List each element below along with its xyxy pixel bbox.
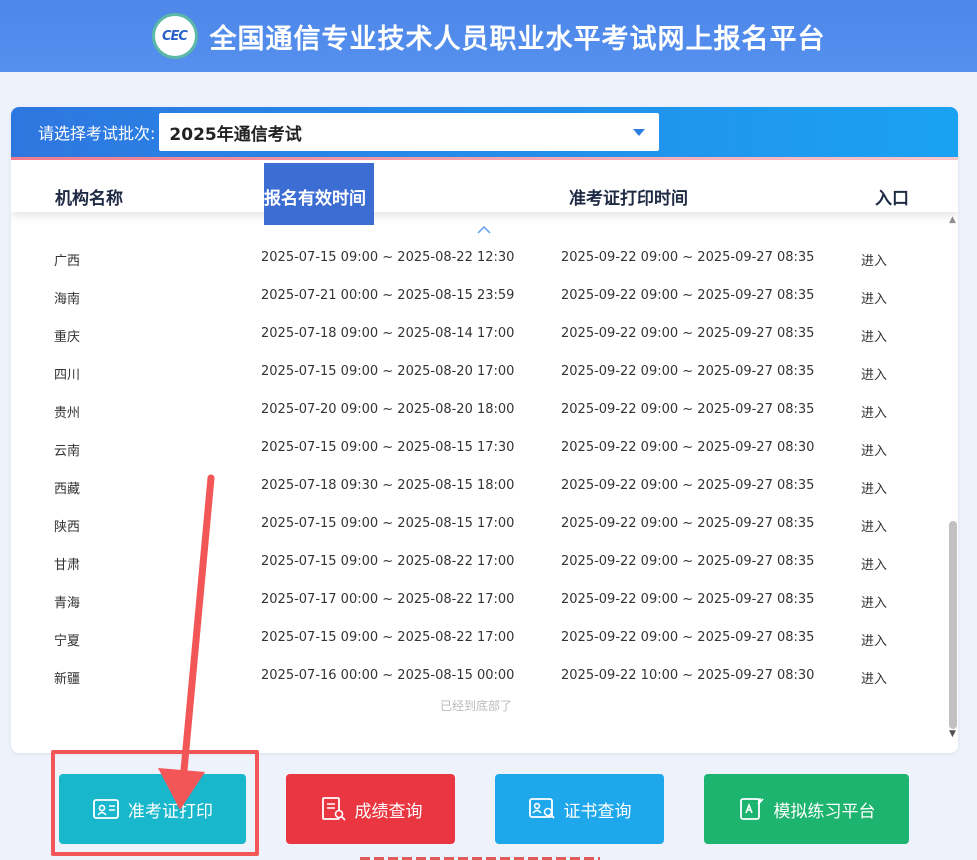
certificate-query-label: 证书查询 (563, 801, 632, 822)
column-header-org: 机构名称 (55, 189, 123, 209)
admit-print-time-cell: 2025-09-22 09:00 ~ 2025-09-27 08:35 (561, 364, 815, 379)
org-name-cell: 青海 (54, 596, 81, 611)
enter-link[interactable]: 进入 (861, 516, 887, 535)
score-query-label: 成绩查询 (354, 801, 423, 822)
admit-print-time-cell: 2025-09-22 09:00 ~ 2025-09-27 08:30 (561, 440, 815, 455)
registration-time-cell: 2025-07-17 00:00 ~ 2025-08-22 17:00 (261, 592, 515, 607)
certificate-search-icon (528, 798, 555, 819)
registration-time-cell: 2025-07-15 09:00 ~ 2025-08-22 17:00 (261, 554, 515, 569)
enter-link[interactable]: 进入 (861, 554, 887, 573)
admit-print-time-cell: 2025-09-22 09:00 ~ 2025-09-27 08:35 (561, 402, 815, 417)
admit-card-print-button[interactable]: 准考证打印 (59, 774, 246, 844)
cec-logo: CEC (151, 13, 198, 59)
chevron-up-icon[interactable] (477, 224, 491, 238)
registration-time-cell: 2025-07-15 09:00 ~ 2025-08-22 12:30 (261, 250, 515, 265)
scrollbar-down-arrow[interactable]: ▼ (949, 729, 956, 739)
table-body: 广西 2025-07-15 09:00 ~ 2025-08-22 12:30 202… (11, 246, 941, 702)
org-name-cell: 宁夏 (54, 634, 81, 649)
org-name-cell: 四川 (54, 368, 81, 383)
admit-print-time-cell: 2025-09-22 09:00 ~ 2025-09-27 08:35 (561, 630, 815, 645)
admit-print-time-cell: 2025-09-22 09:00 ~ 2025-09-27 08:35 (561, 326, 815, 341)
org-name-cell: 贵州 (54, 406, 81, 421)
chevron-down-icon (633, 128, 646, 136)
registration-time-cell: 2025-07-18 09:00 ~ 2025-08-14 17:00 (261, 326, 515, 341)
page-header: CEC 全国通信专业技术人员职业水平考试网上报名平台 (0, 0, 977, 72)
batch-select-value: 2025年通信考试 (169, 124, 302, 145)
mock-practice-button[interactable]: 模拟练习平台 (704, 774, 909, 844)
registration-time-cell: 2025-07-15 09:00 ~ 2025-08-22 17:00 (261, 630, 515, 645)
table-row: 重庆 2025-07-18 09:00 ~ 2025-08-14 17:00 202… (11, 322, 941, 360)
admit-print-time-cell: 2025-09-22 09:00 ~ 2025-09-27 08:35 (561, 250, 815, 265)
certificate-query-button[interactable]: 证书查询 (495, 774, 664, 844)
registration-time-cell: 2025-07-20 09:00 ~ 2025-08-20 18:00 (261, 402, 515, 417)
enter-link[interactable]: 进入 (861, 592, 887, 611)
table-row: 青海 2025-07-17 00:00 ~ 2025-08-22 17:00 202… (11, 588, 941, 626)
registration-time-cell: 2025-07-21 00:00 ~ 2025-08-15 23:59 (261, 288, 515, 303)
enter-link[interactable]: 进入 (861, 326, 887, 345)
registration-time-cell: 2025-07-15 09:00 ~ 2025-08-15 17:30 (261, 440, 515, 455)
admit-print-time-cell: 2025-09-22 09:00 ~ 2025-09-27 08:35 (561, 478, 815, 493)
table-row: 四川 2025-07-15 09:00 ~ 2025-08-20 17:00 202… (11, 360, 941, 398)
org-name-cell: 云南 (54, 444, 81, 459)
enter-link[interactable]: 进入 (861, 250, 887, 269)
registration-time-cell: 2025-07-15 09:00 ~ 2025-08-20 17:00 (261, 364, 515, 379)
org-name-cell: 甘肃 (54, 558, 81, 573)
enter-link[interactable]: 进入 (861, 440, 887, 459)
org-name-cell: 广西 (54, 254, 81, 269)
enter-link[interactable]: 进入 (861, 668, 887, 687)
batch-selector-label: 请选择考试批次: (38, 124, 156, 143)
table-row: 西藏 2025-07-18 09:30 ~ 2025-08-15 18:00 202… (11, 474, 941, 512)
enter-link[interactable]: 进入 (861, 402, 887, 421)
red-note-strip (360, 853, 620, 860)
enter-link[interactable]: 进入 (861, 288, 887, 307)
table-header: 机构名称 报名有效时间 准考证打印时间 入口 (11, 160, 958, 225)
admit-print-time-cell: 2025-09-22 09:00 ~ 2025-09-27 08:35 (561, 592, 815, 607)
table-row: 广西 2025-07-15 09:00 ~ 2025-08-22 12:30 202… (11, 246, 941, 284)
scrollbar-thumb[interactable] (949, 521, 957, 729)
id-card-icon (93, 799, 119, 819)
admit-card-print-label: 准考证打印 (128, 801, 213, 822)
batch-select[interactable]: 2025年通信考试 (159, 113, 660, 151)
batch-selector-bar: 请选择考试批次: 2025年通信考试 (11, 107, 958, 157)
enter-link[interactable]: 进入 (861, 630, 887, 649)
document-search-icon (321, 797, 346, 821)
score-query-button[interactable]: 成绩查询 (286, 774, 455, 844)
org-name-cell: 西藏 (54, 482, 81, 497)
registration-time-cell: 2025-07-16 00:00 ~ 2025-08-15 00:00 (261, 668, 515, 683)
table-row: 甘肃 2025-07-15 09:00 ~ 2025-08-22 17:00 202… (11, 550, 941, 588)
column-header-admit-print: 准考证打印时间 (569, 189, 688, 209)
registration-time-cell: 2025-07-15 09:00 ~ 2025-08-15 17:00 (261, 516, 515, 531)
admit-print-time-cell: 2025-09-22 09:00 ~ 2025-09-27 08:35 (561, 516, 815, 531)
table-row: 云南 2025-07-15 09:00 ~ 2025-08-15 17:30 202… (11, 436, 941, 474)
enter-link[interactable]: 进入 (861, 478, 887, 497)
table-row: 宁夏 2025-07-15 09:00 ~ 2025-08-22 17:00 202… (11, 626, 941, 664)
enter-link[interactable]: 进入 (861, 364, 887, 383)
mock-practice-label: 模拟练习平台 (773, 801, 876, 822)
column-header-entry: 入口 (875, 189, 909, 209)
org-name-cell: 重庆 (54, 330, 81, 345)
table-row: 海南 2025-07-21 00:00 ~ 2025-08-15 23:59 202… (11, 284, 941, 322)
admit-print-time-cell: 2025-09-22 09:00 ~ 2025-09-27 08:35 (561, 288, 815, 303)
org-name-cell: 海南 (54, 292, 81, 307)
org-name-cell: 新疆 (54, 672, 81, 687)
page-title: 全国通信专业技术人员职业水平考试网上报名平台 (209, 23, 826, 55)
admit-print-time-cell: 2025-09-22 09:00 ~ 2025-09-27 08:35 (561, 554, 815, 569)
table-row: 陕西 2025-07-15 09:00 ~ 2025-08-15 17:00 202… (11, 512, 941, 550)
org-name-cell: 陕西 (54, 520, 81, 535)
edit-note-icon (739, 798, 764, 820)
exam-card: 请选择考试批次: 2025年通信考试 机构名称 报名有效时间 准考证打印时间 入… (11, 107, 958, 753)
column-header-registration: 报名有效时间 (264, 163, 374, 225)
registration-time-cell: 2025-07-18 09:30 ~ 2025-08-15 18:00 (261, 478, 515, 493)
admit-print-time-cell: 2025-09-22 10:00 ~ 2025-09-27 08:30 (561, 668, 815, 683)
table-row: 贵州 2025-07-20 09:00 ~ 2025-08-20 18:00 202… (11, 398, 941, 436)
end-of-list-note: 已经到底部了 (439, 699, 512, 713)
